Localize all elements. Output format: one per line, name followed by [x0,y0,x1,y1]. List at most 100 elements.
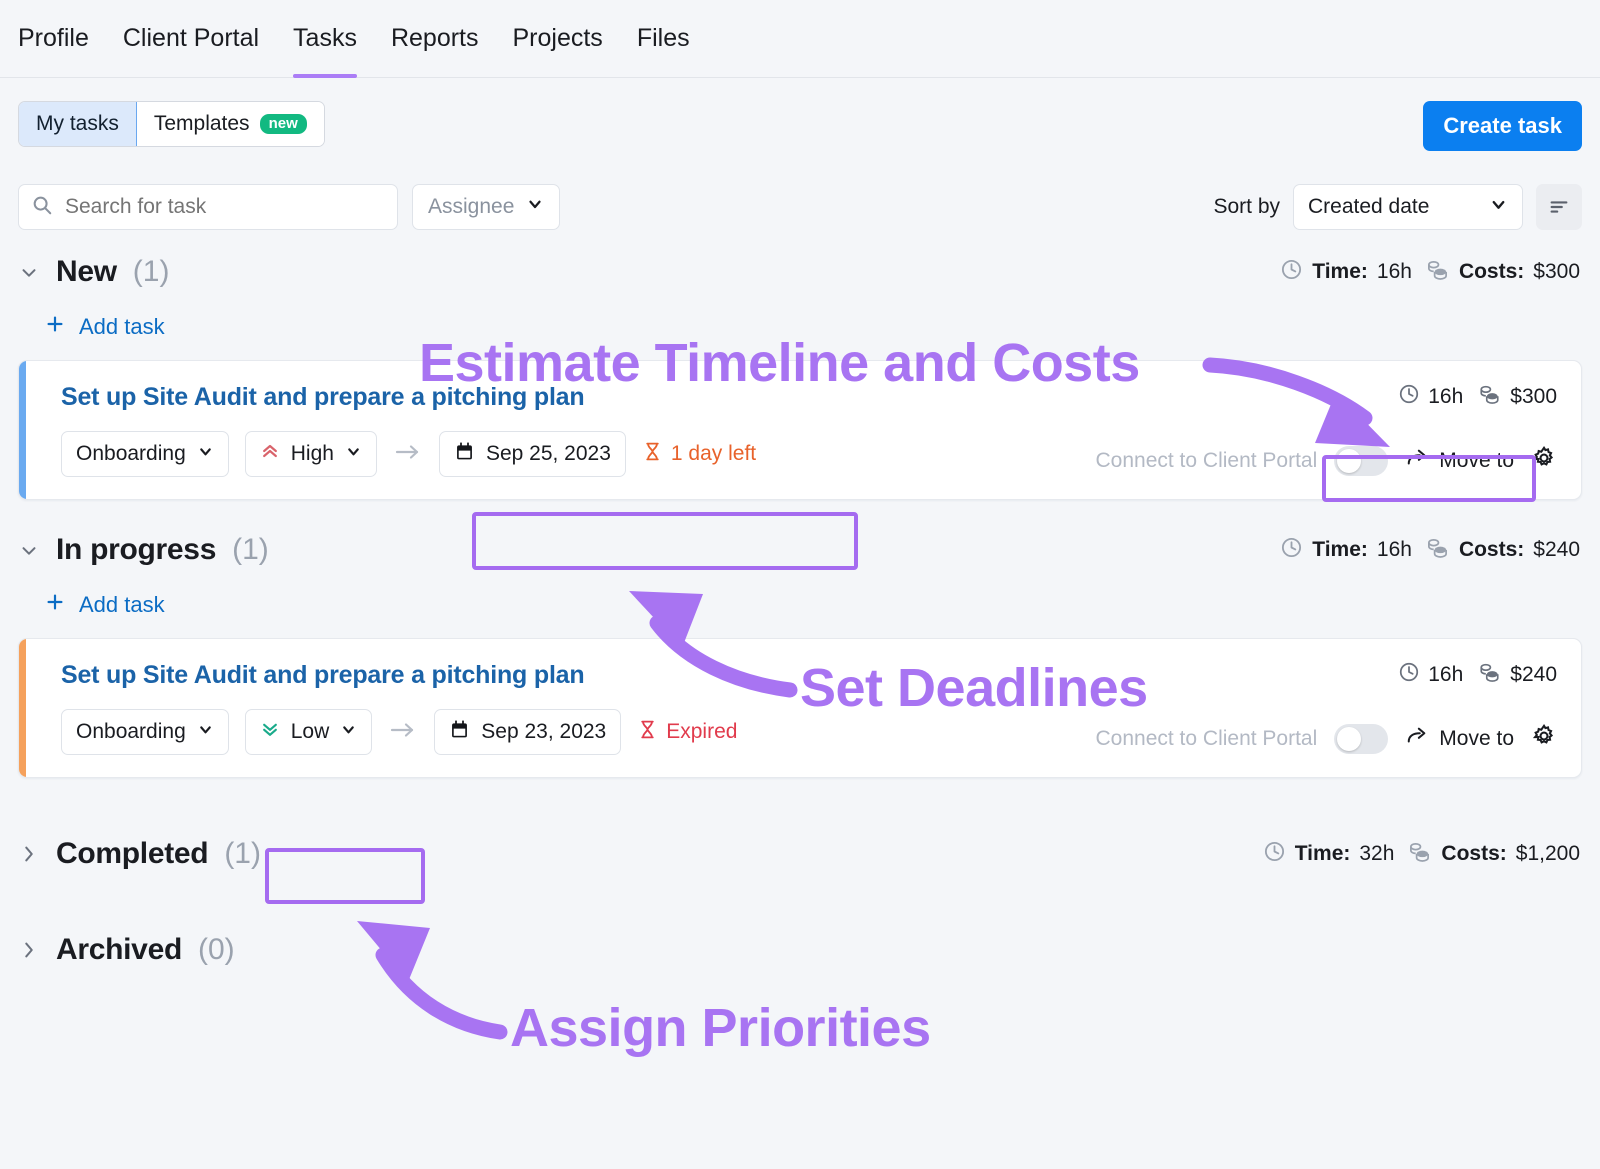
chevron-down-icon [340,720,357,744]
sort-direction-button[interactable] [1536,184,1582,230]
assignee-label: Assignee [428,195,514,219]
search-icon [31,194,53,221]
task-estimates: 16h $240 [1398,661,1557,689]
costs-label: Costs: [1441,842,1506,866]
task-due-date[interactable]: Sep 23, 2023 [434,709,621,755]
group-time-stat: Time: 16h [1280,536,1412,565]
assignee-filter[interactable]: Assignee [412,184,560,230]
search-input[interactable] [63,194,385,220]
group-count: (1) [133,255,170,289]
costs-label: Costs: [1459,260,1524,284]
add-task-new[interactable]: Add task [18,300,1582,354]
group-title: Archived [56,933,182,967]
move-to-label: Move to [1439,727,1514,751]
nav-item-reports[interactable]: Reports [391,0,479,78]
nav-label: Projects [513,24,603,53]
cost-value: $240 [1510,663,1557,687]
nav-item-tasks[interactable]: Tasks [293,0,357,78]
gear-icon[interactable] [1531,723,1557,754]
annotation-assign-priorities: Assign Priorities [510,997,931,1059]
move-to-button[interactable]: Move to [1405,447,1514,475]
filter-bar: Assignee Sort by Created date [0,170,1600,244]
calendar-icon [449,719,470,746]
task-cost-estimate: $300 [1477,383,1557,411]
group-completed: Completed (1) Time: 32h Costs: $1,200 [0,826,1600,882]
group-in-progress: In progress (1) Time: 16h Costs: $240 [0,522,1600,632]
task-category-select[interactable]: Onboarding [61,431,229,477]
task-card[interactable]: Set up Site Audit and prepare a pitching… [18,638,1582,778]
group-header-new[interactable]: New (1) Time: 16h Costs: $300 [18,244,1582,300]
client-portal-label: Connect to Client Portal [1096,727,1318,751]
coins-icon [1477,661,1502,689]
plus-icon [44,313,66,341]
group-header-completed[interactable]: Completed (1) Time: 32h Costs: $1,200 [18,826,1582,882]
due-date-label: Sep 25, 2023 [486,442,611,466]
task-actions: Connect to Client Portal Move to [1096,723,1558,754]
task-due-date[interactable]: Sep 25, 2023 [439,431,626,477]
task-title[interactable]: Set up Site Audit and prepare a pitching… [61,661,1557,690]
tasks-toolbar: My tasks Templates new Create task [0,78,1600,170]
group-archived: Archived (0) [0,922,1600,978]
nav-label: Files [637,24,690,53]
task-priority-select[interactable]: High [245,431,377,477]
task-priority-select[interactable]: Low [245,709,373,755]
gear-icon[interactable] [1531,445,1557,476]
deadline-status-label: Expired [666,720,737,744]
group-stats: Time: 16h Costs: $240 [1280,536,1580,565]
coins-icon [1425,536,1450,565]
tab-label: Templates [154,112,250,136]
client-portal-toggle[interactable] [1334,724,1388,754]
clock-icon [1398,383,1420,411]
chevron-down-icon[interactable] [18,261,40,283]
coins-icon [1477,383,1502,411]
tab-templates[interactable]: Templates new [137,102,324,146]
chevron-right-icon[interactable] [18,843,40,865]
task-title[interactable]: Set up Site Audit and prepare a pitching… [61,383,1557,412]
group-time-stat: Time: 32h [1263,840,1395,869]
nav-label: Profile [18,24,89,53]
plus-icon [44,591,66,619]
task-status-stripe [19,639,26,777]
tab-my-tasks[interactable]: My tasks [19,102,137,146]
group-costs-stat: Costs: $300 [1425,258,1580,287]
task-card[interactable]: Set up Site Audit and prepare a pitching… [18,360,1582,500]
coins-icon [1425,258,1450,287]
group-title: New [56,255,117,289]
create-task-button[interactable]: Create task [1423,101,1582,151]
time-value: 16h [1377,538,1412,562]
task-category-select[interactable]: Onboarding [61,709,229,755]
sort-controls: Sort by Created date [1213,184,1582,230]
tab-label: My tasks [36,112,119,136]
priority-high-icon [260,441,280,467]
new-badge: new [260,114,307,134]
group-header-in-progress[interactable]: In progress (1) Time: 16h Costs: $240 [18,522,1582,578]
calendar-icon [454,441,475,468]
coins-icon [1407,840,1432,869]
search-box[interactable] [18,184,398,230]
clock-icon [1263,840,1286,869]
group-count: (0) [198,933,235,967]
group-time-stat: Time: 16h [1280,258,1412,287]
task-time-estimate: 16h [1398,383,1463,411]
nav-label: Tasks [293,24,357,53]
add-task-in-progress[interactable]: Add task [18,578,1582,632]
time-value: 16h [1428,385,1463,409]
chevron-right-icon[interactable] [18,939,40,961]
sort-select[interactable]: Created date [1293,184,1523,230]
nav-item-projects[interactable]: Projects [513,0,603,78]
group-count: (1) [224,837,261,871]
nav-item-files[interactable]: Files [637,0,690,78]
move-to-button[interactable]: Move to [1405,725,1514,753]
nav-item-client-portal[interactable]: Client Portal [123,0,259,78]
client-portal-toggle[interactable] [1334,446,1388,476]
group-stats: Time: 16h Costs: $300 [1280,258,1580,287]
time-value: 16h [1428,663,1463,687]
chevron-down-icon[interactable] [18,539,40,561]
sort-value: Created date [1308,195,1429,219]
chevron-down-icon [197,720,214,744]
group-costs-stat: Costs: $1,200 [1407,840,1580,869]
move-to-label: Move to [1439,449,1514,473]
time-label: Time: [1312,260,1368,284]
group-header-archived[interactable]: Archived (0) [18,922,1582,978]
nav-item-profile[interactable]: Profile [18,0,89,78]
